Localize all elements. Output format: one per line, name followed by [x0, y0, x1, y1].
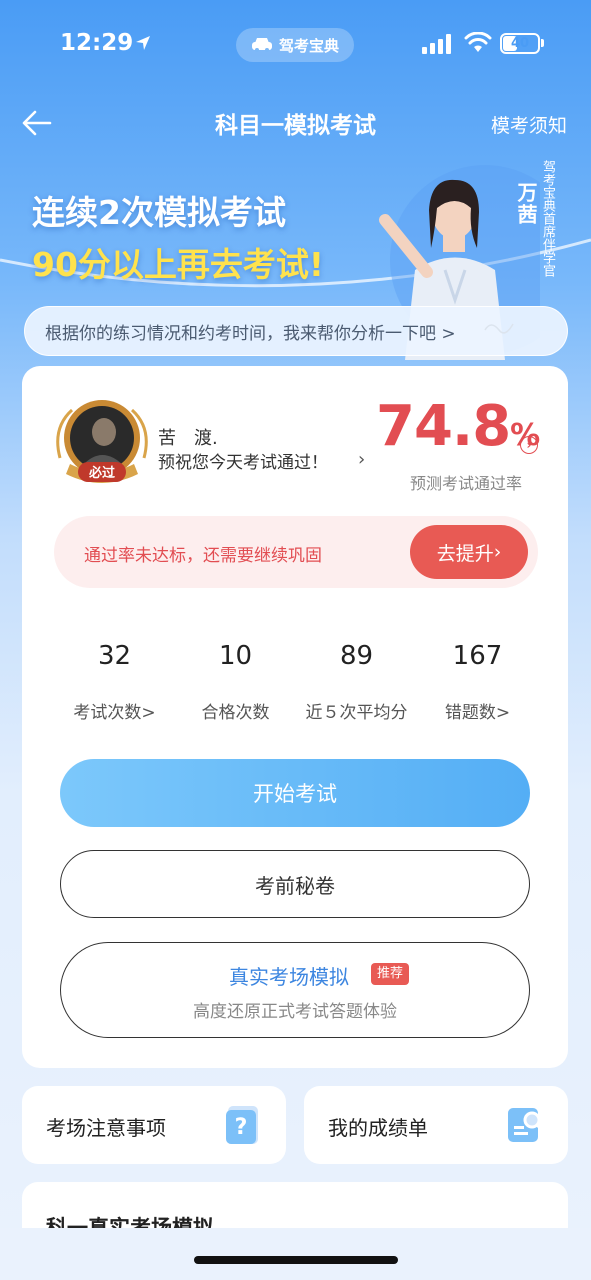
user-name: 苦 渡.: [158, 428, 218, 449]
chevron-right-icon: ›: [493, 541, 502, 563]
bottom-safe-area: [0, 1228, 591, 1280]
banner-subheadline: 90分以上再去考试!: [32, 245, 324, 284]
cellular-signal-icon: [422, 34, 451, 54]
improve-button-label: 去提升: [436, 542, 494, 565]
exam-stats: 32 考试次数> 10 合格次数 89 近５次平均分 167 错题数>: [54, 636, 538, 723]
stat-label: 近５次平均分: [305, 703, 408, 723]
user-avatar[interactable]: 必过: [52, 388, 152, 498]
stat-exam-count[interactable]: 32 考试次数>: [54, 636, 175, 723]
pass-rate-detail-icon[interactable]: ›: [520, 436, 538, 454]
banner-headline: 连续2次模拟考试: [32, 193, 286, 232]
secret-paper-button[interactable]: 考前秘卷: [60, 850, 530, 918]
real-exam-simulation-button[interactable]: 真实考场模拟 推荐 高度还原正式考试答题体验: [60, 942, 530, 1038]
location-arrow-icon: [136, 36, 150, 50]
chevron-right-icon[interactable]: ›: [358, 449, 365, 470]
tile-label: 考场注意事项: [46, 1116, 166, 1140]
blessing-text[interactable]: 预祝您今天考试通过！: [158, 448, 328, 473]
real-exam-subtitle: 高度还原正式考试答题体验: [193, 1002, 397, 1022]
presenter-name: 万茜: [514, 182, 538, 226]
stat-label: 错题数>: [444, 703, 511, 723]
stat-value: 32: [97, 641, 132, 671]
start-exam-button[interactable]: 开始考试: [60, 759, 530, 827]
stat-average-score: 89 近５次平均分: [296, 636, 417, 723]
score-search-icon: [508, 1108, 544, 1142]
status-bar: 12:29 驾考宝典 40: [0, 0, 591, 90]
score-report-tile[interactable]: 我的成绩单: [304, 1086, 568, 1164]
question-mark-icon: ?: [226, 1106, 258, 1144]
badge-text: 必过: [88, 465, 115, 481]
exam-summary-card: 必过 苦 渡. 预祝您今天考试通过！ › 74.8% › 预测考试通过率 通过率…: [22, 366, 568, 1068]
warning-text: 通过率未达标，还需要继续巩固: [84, 546, 322, 566]
real-exam-title: 真实考场模拟: [229, 965, 349, 989]
exam-notice-tile[interactable]: 考场注意事项 ?: [22, 1086, 286, 1164]
presenter-title: 驾考宝典首席伴学官: [540, 160, 555, 277]
stat-label: 合格次数: [201, 703, 270, 723]
app-indicator-pill[interactable]: 驾考宝典: [236, 28, 354, 62]
stat-value: 89: [339, 641, 374, 671]
stat-wrong-count[interactable]: 167 错题数>: [417, 636, 538, 723]
analysis-prompt-text: 根据你的练习情况和约考时间，我来帮你分析一下吧 >: [45, 323, 456, 344]
stat-value: 167: [452, 641, 503, 671]
battery-tip: [541, 39, 544, 47]
pass-rate-number: 74.8: [376, 394, 511, 459]
stat-label: 考试次数>: [73, 703, 156, 723]
improve-button[interactable]: 去提升 ›: [410, 525, 528, 579]
home-indicator[interactable]: [194, 1256, 398, 1264]
battery-percent: 40: [510, 36, 530, 51]
stat-value: 10: [218, 641, 253, 671]
exam-notice-link[interactable]: 模考须知: [491, 111, 567, 138]
pass-rate-warning-bar: 通过率未达标，还需要继续巩固 去提升 ›: [54, 516, 538, 588]
status-time: 12:29: [60, 30, 134, 56]
pass-rate-label: 预测考试通过率: [410, 474, 523, 493]
avatar-badge-icon: 必过: [56, 400, 148, 483]
car-icon: [251, 38, 272, 52]
app-name: 驾考宝典: [278, 36, 339, 55]
pass-rate-value[interactable]: 74.8%: [376, 394, 540, 459]
tile-label: 我的成绩单: [328, 1116, 428, 1140]
analysis-prompt-bar[interactable]: 根据你的练习情况和约考时间，我来帮你分析一下吧 >: [24, 306, 568, 356]
svg-text:?: ?: [235, 1115, 248, 1140]
battery-indicator: 40: [500, 33, 540, 54]
wifi-icon: [464, 32, 492, 52]
stat-pass-count: 10 合格次数: [175, 636, 296, 723]
recommend-badge: 推荐: [371, 963, 410, 985]
